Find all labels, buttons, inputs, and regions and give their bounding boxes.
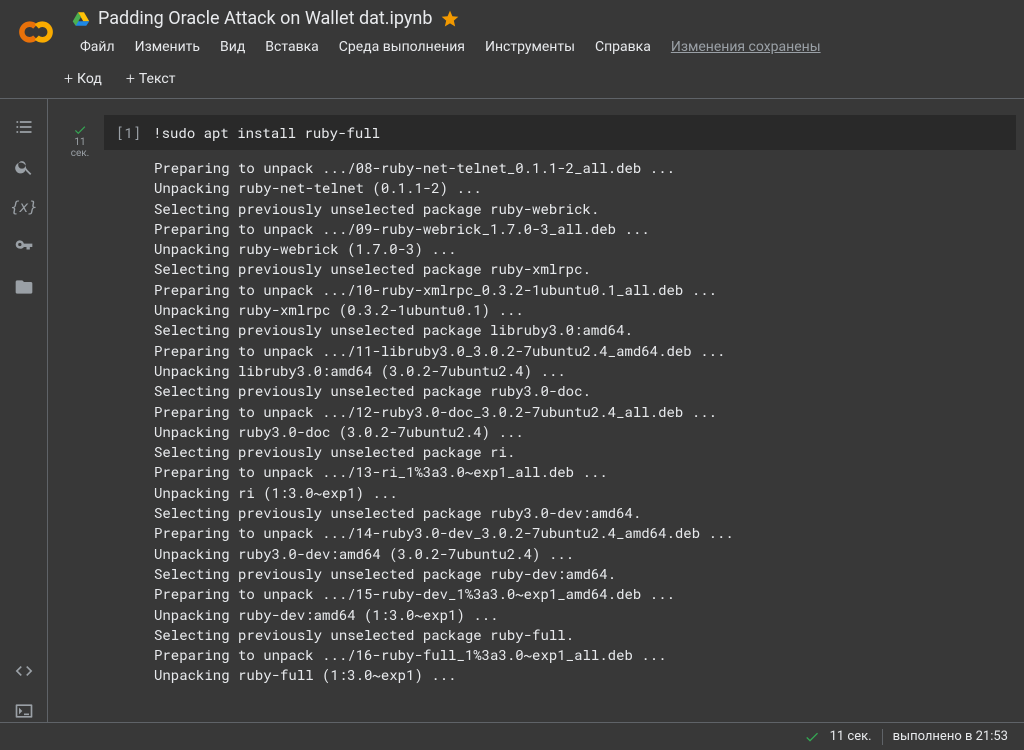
code-input[interactable]: [1] !sudo apt install ruby-full [104, 115, 1016, 150]
status-check-icon [804, 729, 820, 745]
code-cell[interactable]: 11 сек. [1] !sudo apt install ruby-full … [56, 115, 1016, 686]
variables-icon[interactable]: {x} [0, 187, 48, 227]
secrets-icon[interactable] [0, 227, 48, 267]
add-text-label: Текст [139, 71, 176, 87]
cell-gutter: 11 сек. [56, 115, 104, 686]
menu-help[interactable]: Справка [587, 35, 659, 59]
gutter-unit: сек. [71, 148, 90, 159]
search-icon[interactable] [0, 147, 48, 187]
menu-tools[interactable]: Инструменты [477, 35, 583, 59]
status-separator [882, 729, 883, 745]
menu-edit[interactable]: Изменить [127, 35, 208, 59]
left-sidebar: {x} [0, 99, 48, 739]
notebook-title[interactable]: Padding Oracle Attack on Wallet dat.ipyn… [98, 8, 432, 29]
menu-insert[interactable]: Вставка [257, 35, 326, 59]
header: Padding Oracle Attack on Wallet dat.ipyn… [0, 0, 1024, 59]
menu-runtime[interactable]: Среда выполнения [331, 35, 473, 59]
star-icon[interactable] [440, 9, 460, 29]
drive-icon [72, 10, 90, 28]
status-completed: выполнено в 21:53 [893, 729, 1008, 744]
toolbar: +Код +Текст [0, 59, 1024, 99]
colab-logo[interactable] [16, 12, 56, 52]
status-time: 11 сек. [830, 729, 872, 744]
main-area: 11 сек. [1] !sudo apt install ruby-full … [48, 99, 1024, 739]
menu-file[interactable]: Файл [72, 35, 123, 59]
menu-view[interactable]: Вид [212, 35, 253, 59]
gutter-seconds: 11 [74, 137, 85, 148]
save-status[interactable]: Изменения сохранены [663, 35, 829, 59]
check-icon [73, 123, 87, 137]
cell-output: Preparing to unpack .../08-ruby-net-teln… [104, 150, 1016, 686]
status-bar: 11 сек. выполнено в 21:53 [0, 722, 1024, 750]
add-code-button[interactable]: +Код [56, 65, 110, 92]
menu-bar: Файл Изменить Вид Вставка Среда выполнен… [72, 35, 1008, 59]
cell-prompt: [1] [116, 123, 141, 142]
add-code-label: Код [77, 71, 102, 87]
toc-icon[interactable] [0, 107, 48, 147]
files-icon[interactable] [0, 267, 48, 307]
code-line: !sudo apt install ruby-full [153, 123, 380, 142]
add-text-button[interactable]: +Текст [118, 65, 184, 92]
code-snippets-icon[interactable] [0, 651, 48, 691]
